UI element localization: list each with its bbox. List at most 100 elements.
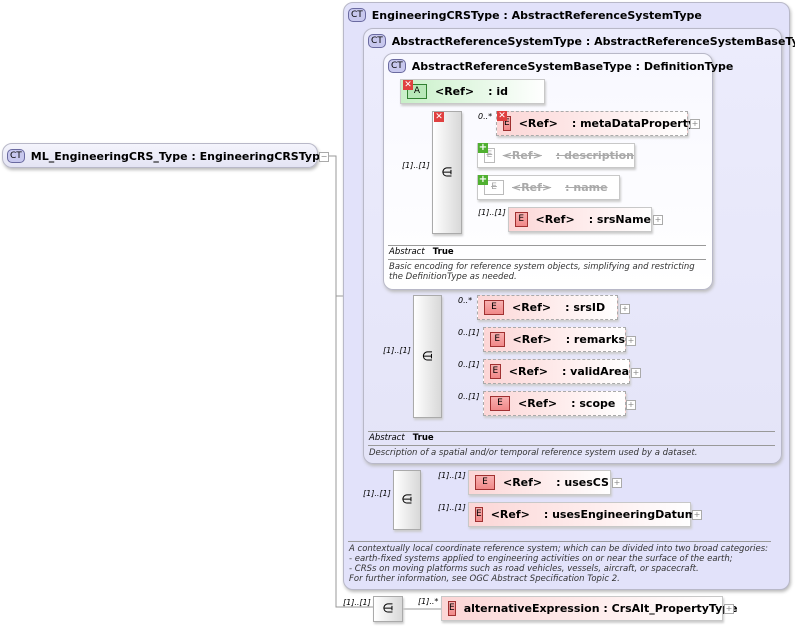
element-remarks[interactable]: E <Ref> : remarks xyxy=(483,327,626,352)
sequence-icon: ⋳ xyxy=(401,492,413,508)
root-complex-type[interactable]: CT ML_EngineeringCRS_Type : EngineeringCR… xyxy=(2,143,327,168)
sequence-compositor[interactable]: ⋳ xyxy=(432,111,462,234)
ref-label: <Ref> xyxy=(535,213,575,226)
abstract-label: Abstract xyxy=(369,433,405,443)
element-name[interactable]: E <Ref>: name xyxy=(477,175,620,200)
element-badge: E xyxy=(490,364,501,379)
element-badge: E xyxy=(475,507,483,522)
description-line: - CRSs on moving platforms such as road … xyxy=(349,564,699,574)
element-validArea[interactable]: E <Ref> : validArea xyxy=(483,359,630,384)
collapse-icon[interactable]: − xyxy=(319,152,329,162)
add-icon[interactable]: + xyxy=(478,175,488,185)
abstract-row: Abstract True xyxy=(389,247,454,257)
cardinality: [1]..[1] xyxy=(343,598,371,607)
type-description: A contextually local coordinate referenc… xyxy=(349,544,768,584)
element-badge: E xyxy=(484,300,504,315)
attribute-name: : id xyxy=(488,85,509,98)
ref-label: <Ref> xyxy=(508,365,548,378)
complex-type-badge: CT xyxy=(7,149,25,163)
element-name: : validArea xyxy=(561,365,629,378)
element-alternativeExpression[interactable]: EalternativeExpression : CrsAlt_Property… xyxy=(441,596,738,621)
element-badge: E xyxy=(490,396,510,411)
element-metaDataProperty[interactable]: E <Ref>: metaDataProperty xyxy=(496,111,695,136)
remove-icon[interactable]: ✕ xyxy=(403,80,413,90)
element-name: : scope xyxy=(571,397,616,410)
type-description: Description of a spatial and/or temporal… xyxy=(369,448,698,458)
element-name: : srsName xyxy=(588,213,651,226)
divider xyxy=(388,259,706,260)
cardinality: [1]..[1] xyxy=(478,208,506,217)
element-usesEngineeringDatum[interactable]: E <Ref> : usesEngineeringDatum xyxy=(468,502,696,527)
add-icon[interactable]: + xyxy=(478,143,488,153)
type-name: AbstractReferenceSystemBaseType : Defini… xyxy=(411,59,734,73)
divider xyxy=(348,541,771,542)
ref-label: <Ref> xyxy=(512,301,552,314)
cardinality: 0..[1] xyxy=(458,360,480,369)
type-name: EngineeringCRSType : AbstractReferenceSy… xyxy=(371,8,702,22)
expand-icon[interactable]: + xyxy=(620,304,630,314)
abstract-label: Abstract xyxy=(389,247,425,257)
element-srsID[interactable]: E <Ref> : srsID xyxy=(477,295,618,320)
description-line: For further information, see OGC Abstrac… xyxy=(349,574,620,584)
abstract-row: Abstract True xyxy=(369,433,434,443)
ref-label: <Ref> xyxy=(518,397,558,410)
cardinality: [1]..[1] xyxy=(402,161,430,170)
remove-icon[interactable]: ✕ xyxy=(497,111,507,121)
cardinality: 0..* xyxy=(458,296,473,305)
attribute-id[interactable]: A <Ref>: id xyxy=(400,79,545,104)
cardinality: [1]..[1] xyxy=(438,503,466,512)
element-srsName[interactable]: E <Ref> : srsName xyxy=(508,207,652,232)
cardinality: 0..* xyxy=(478,112,493,121)
expand-icon[interactable]: + xyxy=(653,215,663,225)
element-name: : description xyxy=(555,149,634,162)
abstract-value: True xyxy=(412,433,434,443)
remove-icon[interactable]: ✕ xyxy=(434,112,444,122)
element-badge: E xyxy=(515,212,528,227)
ref-label: <Ref> xyxy=(502,149,542,162)
element-badge: E xyxy=(475,475,495,490)
element-description[interactable]: E <Ref>: description xyxy=(477,143,635,168)
type-description: Basic encoding for reference system obje… xyxy=(389,262,695,282)
element-scope[interactable]: E <Ref> : scope xyxy=(483,391,626,416)
element-name: alternativeExpression : CrsAlt_PropertyT… xyxy=(463,602,738,615)
expand-icon[interactable]: + xyxy=(612,478,622,488)
element-name: : usesCS xyxy=(556,476,609,489)
expand-icon[interactable]: + xyxy=(626,336,636,346)
element-name: : remarks xyxy=(565,333,625,346)
ref-label: <Ref> xyxy=(435,85,475,98)
ref-label: <Ref> xyxy=(490,508,530,521)
sequence-compositor[interactable]: ⋳ xyxy=(373,596,403,622)
description-line: A contextually local coordinate referenc… xyxy=(349,544,769,554)
sequence-icon: ⋳ xyxy=(441,165,453,180)
sequence-icon: ⋳ xyxy=(421,349,434,364)
ref-label: <Ref> xyxy=(512,181,552,194)
complex-type-badge[interactable]: CT xyxy=(388,59,406,73)
complex-type-badge[interactable]: CT xyxy=(348,8,366,22)
element-badge: E xyxy=(448,601,456,616)
cardinality: [1]..* xyxy=(418,597,439,606)
expand-icon[interactable]: + xyxy=(690,119,700,129)
expand-icon[interactable]: + xyxy=(626,400,636,410)
ref-label: <Ref> xyxy=(512,333,552,346)
sequence-compositor[interactable]: ⋳ xyxy=(393,470,421,530)
cardinality: 0..[1] xyxy=(458,328,480,337)
element-badge: E xyxy=(490,332,505,347)
type-name: AbstractReferenceSystemType : AbstractRe… xyxy=(391,34,795,48)
cardinality: 0..[1] xyxy=(458,392,480,401)
divider xyxy=(368,445,775,446)
divider xyxy=(368,431,775,432)
expand-icon[interactable]: + xyxy=(692,510,702,520)
divider xyxy=(388,245,706,246)
expand-icon[interactable]: + xyxy=(631,368,641,378)
ref-label: <Ref> xyxy=(503,476,543,489)
sequence-icon: ⋳ xyxy=(382,601,394,617)
element-name: : srsID xyxy=(565,301,606,314)
cardinality: [1]..[1] xyxy=(438,471,466,480)
element-usesCS[interactable]: E <Ref> : usesCS xyxy=(468,470,611,495)
cardinality: [1]..[1] xyxy=(363,489,391,498)
element-name: : usesEngineeringDatum xyxy=(543,508,697,521)
element-name: : metaDataProperty xyxy=(571,117,696,130)
expand-icon[interactable]: + xyxy=(724,604,734,614)
sequence-compositor[interactable]: ⋳ xyxy=(413,295,442,418)
complex-type-badge[interactable]: CT xyxy=(368,34,386,48)
